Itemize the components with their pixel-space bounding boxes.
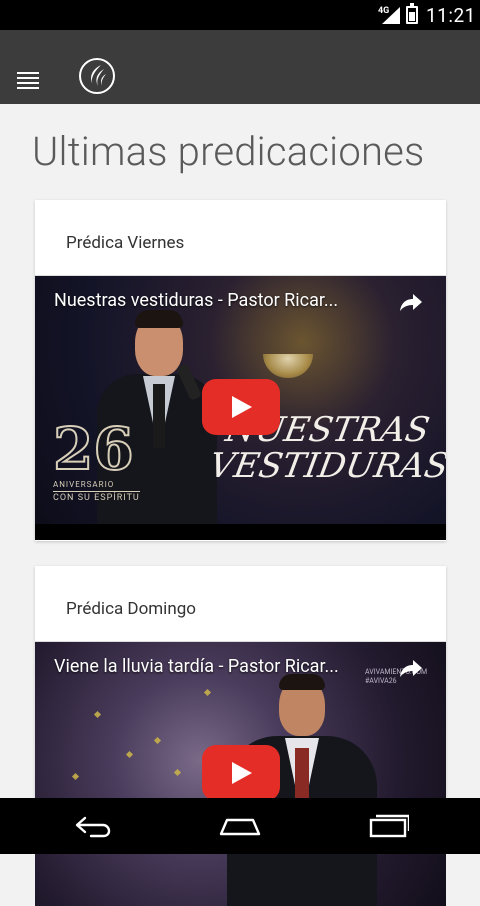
clock: 11:21 — [426, 4, 476, 27]
play-button[interactable] — [202, 379, 280, 435]
battery-icon — [406, 3, 418, 24]
flame-icon — [91, 65, 106, 86]
sermon-card: Prédica Viernes 26 ANIVERSARIO CON SU ES… — [35, 200, 446, 541]
share-icon[interactable] — [399, 658, 423, 678]
anniversary-tagline: CON SU ESPÍRITU — [53, 491, 140, 503]
anniversary-logo: 26 ANIVERSARIO CON SU ESPÍRITU — [52, 415, 140, 503]
page-title: Ultimas predicaciones — [32, 128, 425, 175]
signal-icon — [382, 7, 400, 24]
confetti — [93, 710, 102, 719]
confetti — [71, 772, 80, 781]
status-bar: 4G 11:21 — [0, 0, 480, 30]
confetti — [153, 736, 162, 745]
card-title: Prédica Viernes — [35, 200, 446, 276]
watermark-hashtag: #AVIVA26 — [365, 677, 397, 685]
overlay-line-2: VESTIDURAS — [206, 446, 446, 486]
share-icon[interactable] — [399, 292, 423, 312]
play-icon — [232, 396, 252, 418]
chandelier-image — [263, 354, 313, 378]
video-player[interactable]: 26 ANIVERSARIO CON SU ESPÍRITU NUESTRAS … — [35, 276, 446, 540]
video-title[interactable]: Viene la lluvia tardía - Pastor Ricar... — [54, 656, 390, 677]
back-icon[interactable] — [73, 814, 115, 838]
confetti — [125, 750, 134, 759]
sermon-card: Prédica Domingo AVIVAMIENTO.COM #AVIVA26… — [35, 566, 446, 906]
confetti — [173, 768, 182, 777]
video-player[interactable]: AVIVAMIENTO.COM #AVIVA26 Viene la lluvia… — [35, 642, 446, 906]
play-icon — [232, 762, 252, 784]
home-icon[interactable] — [218, 814, 262, 838]
recents-icon[interactable] — [367, 814, 409, 838]
card-title: Prédica Domingo — [35, 566, 446, 642]
anniversary-number: 26 — [52, 415, 135, 483]
navigation-bar — [0, 798, 480, 854]
confetti — [203, 688, 212, 697]
video-title[interactable]: Nuestras vestiduras - Pastor Ricar... — [54, 290, 390, 311]
app-logo[interactable] — [79, 58, 115, 94]
play-button[interactable] — [202, 745, 280, 801]
app-bar — [0, 30, 480, 104]
letterbox-bar — [35, 524, 446, 540]
menu-icon[interactable] — [17, 72, 39, 89]
